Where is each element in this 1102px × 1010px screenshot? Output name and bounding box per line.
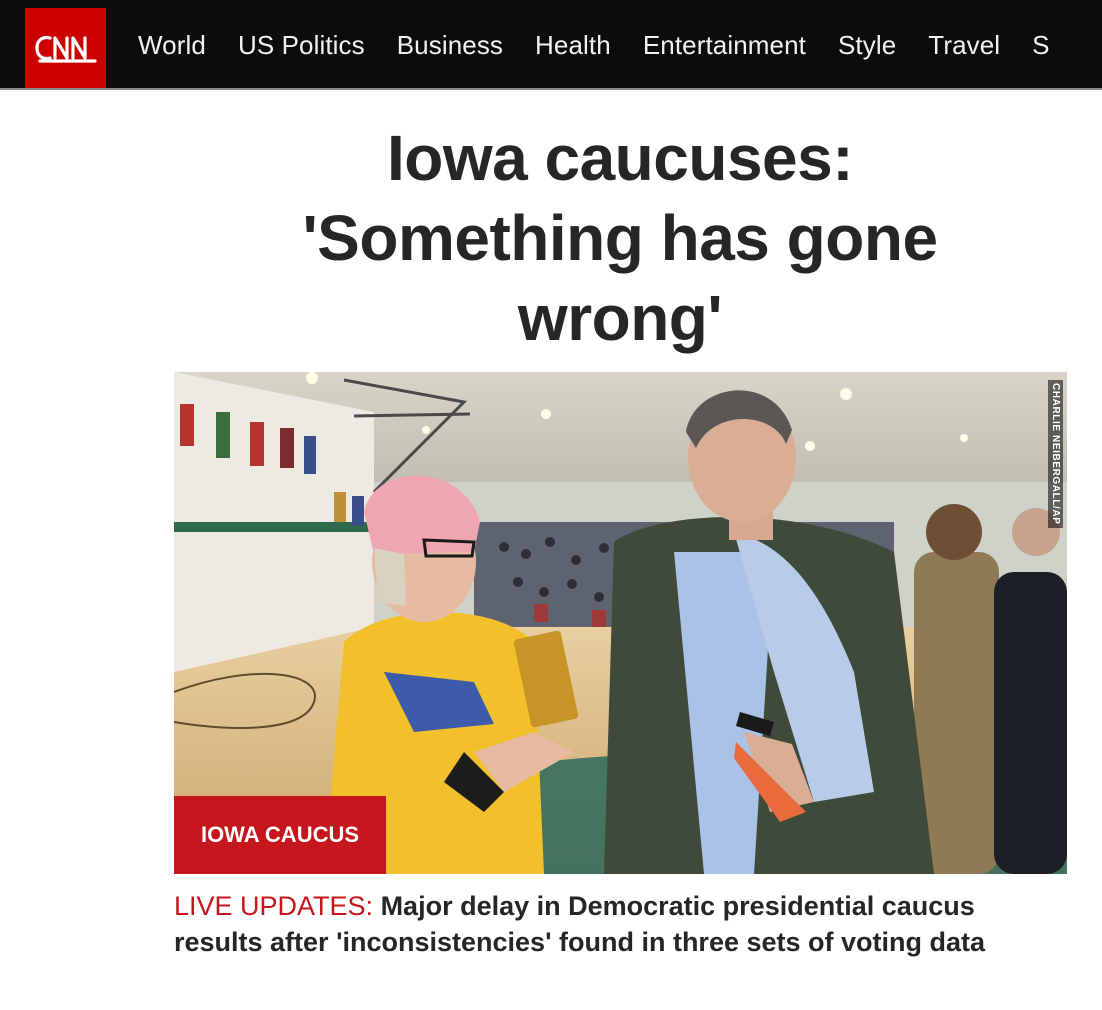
cnn-logo[interactable] [25,8,106,88]
article-caption[interactable]: LIVE UPDATES: Major delay in Democratic … [174,888,1069,960]
hero-image[interactable]: CHARLIE NEIBERGALL/AP IOWA CAUCUS [174,372,1067,874]
main-nav: World US Politics Business Health Entert… [138,0,1050,90]
top-nav-bar: World US Politics Business Health Entert… [0,0,1102,90]
photo-credit: CHARLIE NEIBERGALL/AP [1048,380,1063,528]
cnn-logo-mark [34,35,97,63]
nav-item-health[interactable]: Health [535,30,611,61]
nav-item-entertainment[interactable]: Entertainment [643,30,806,61]
live-updates-label: LIVE UPDATES: [174,891,374,921]
nav-item-travel[interactable]: Travel [928,30,1000,61]
nav-item-truncated[interactable]: S [1032,30,1049,61]
article-headline[interactable]: Iowa caucuses: 'Something has gone wrong… [230,118,1010,358]
nav-item-style[interactable]: Style [838,30,896,61]
section-tag[interactable]: IOWA CAUCUS [174,796,386,874]
nav-item-world[interactable]: World [138,30,206,61]
nav-item-us-politics[interactable]: US Politics [238,30,365,61]
nav-item-business[interactable]: Business [397,30,503,61]
